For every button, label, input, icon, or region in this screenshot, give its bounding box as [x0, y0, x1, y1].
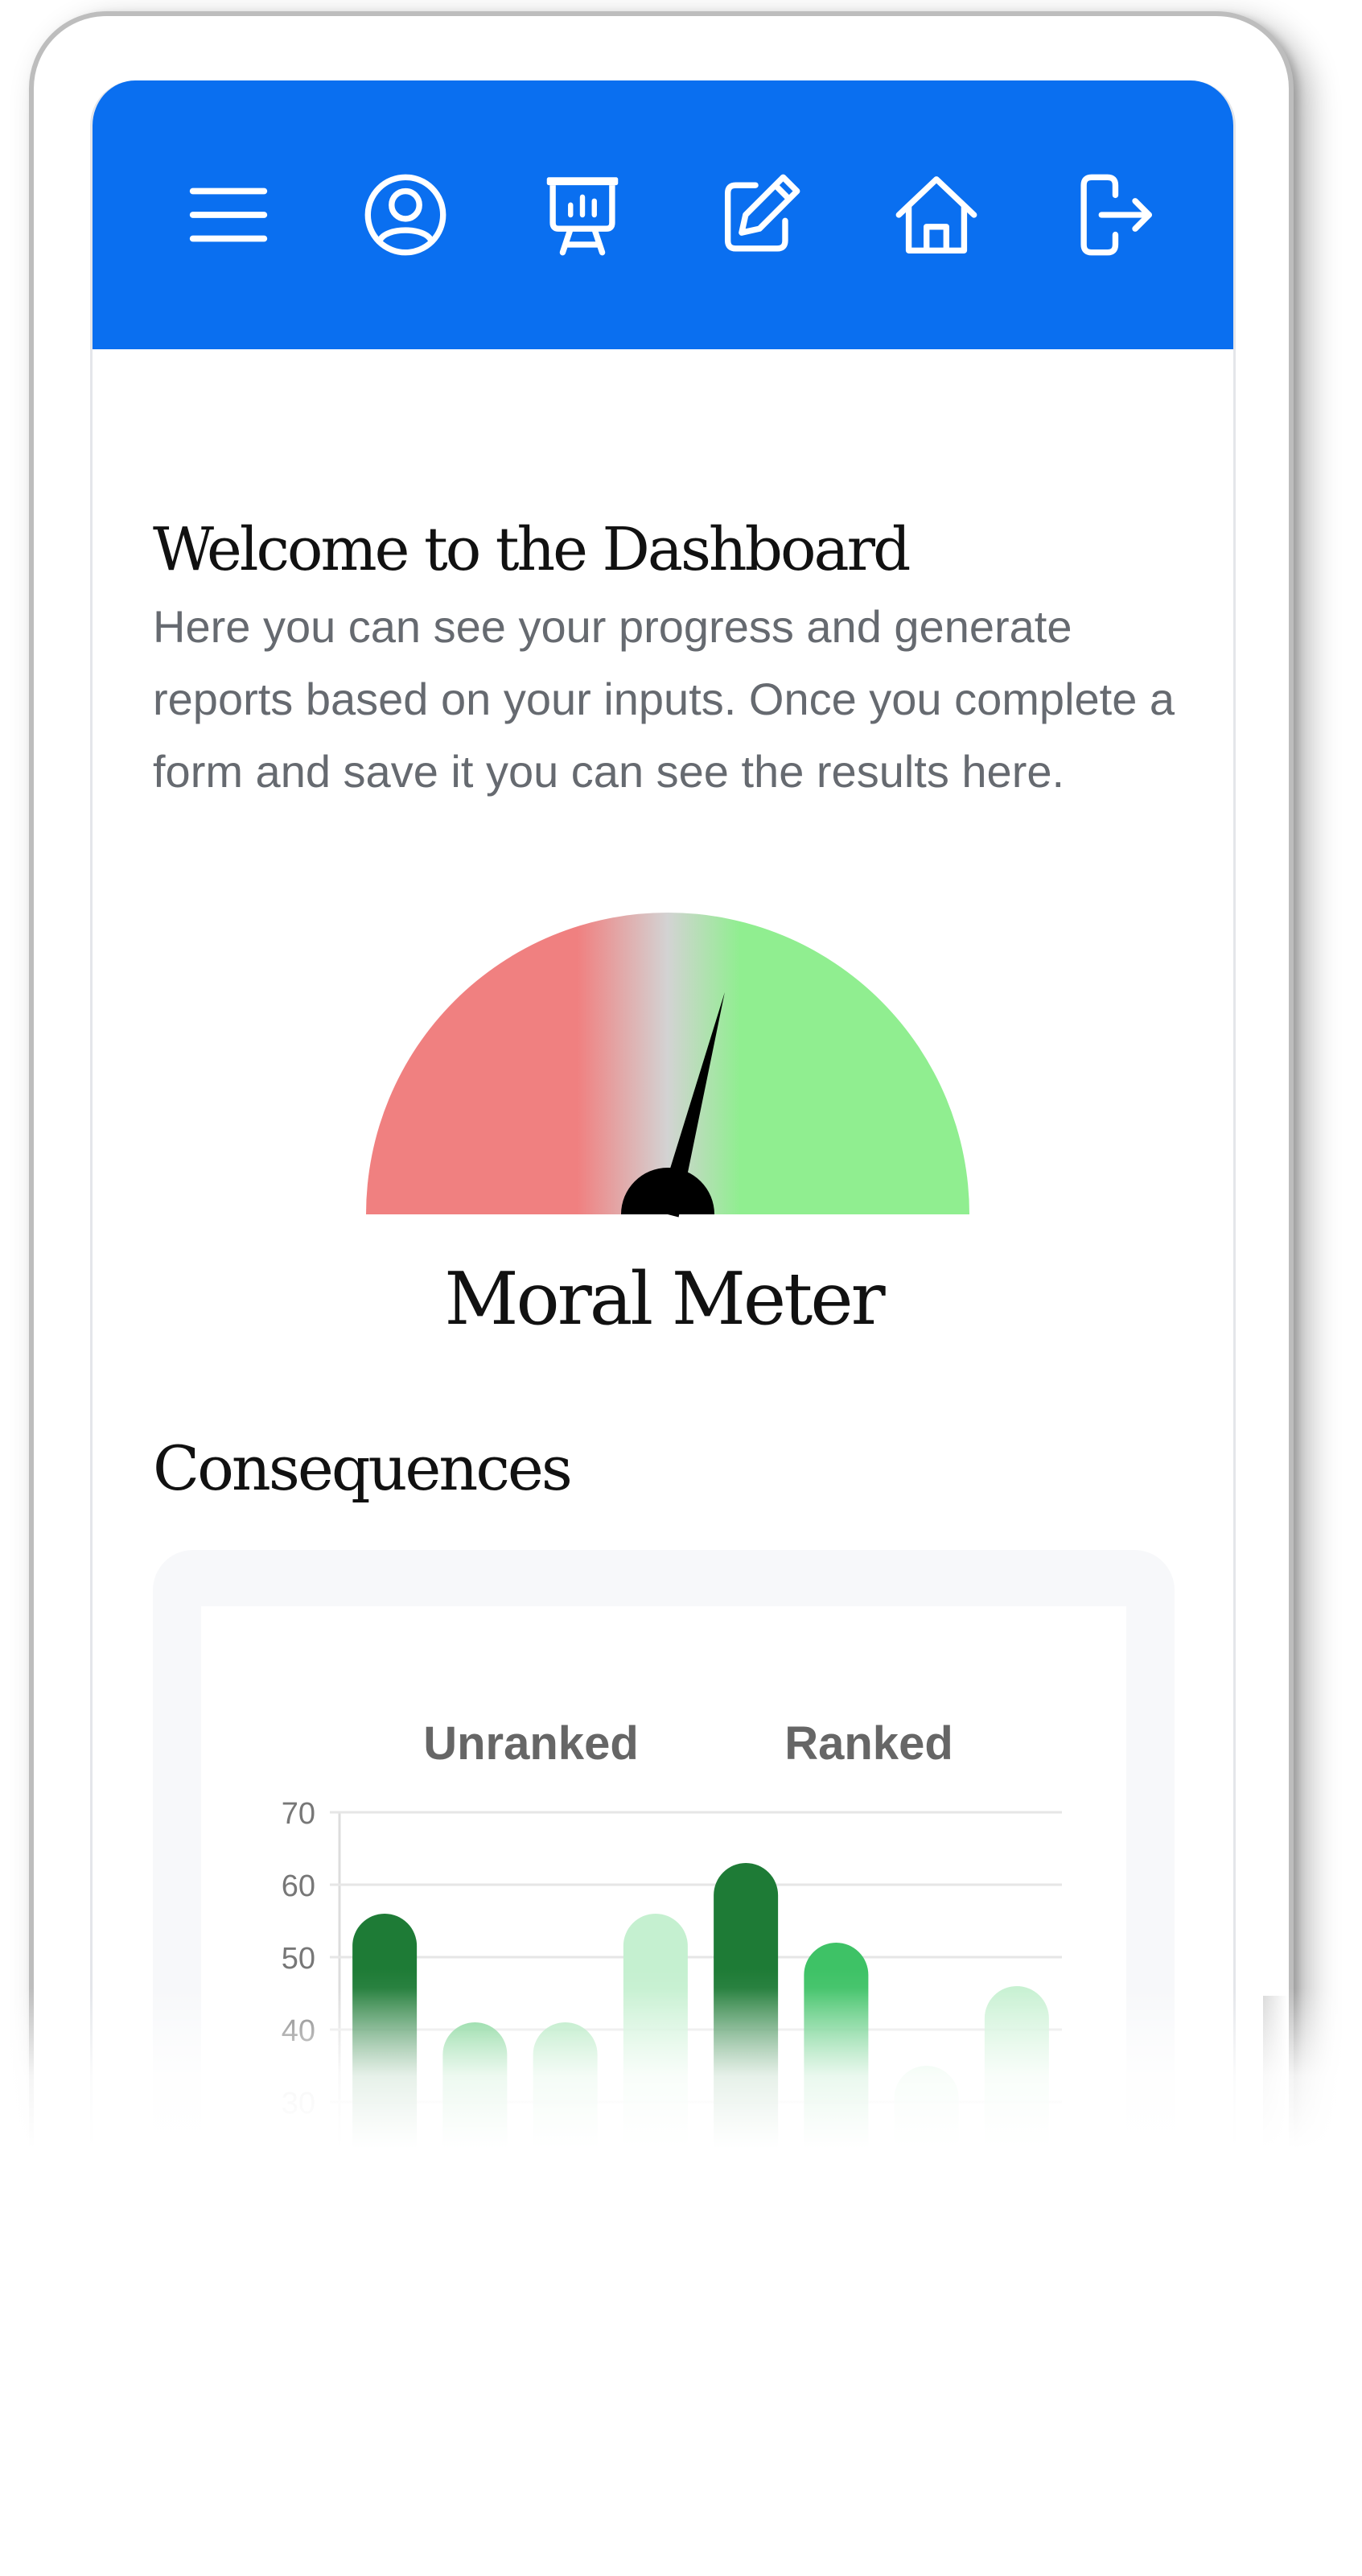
y-tick-label: 50 [282, 1942, 315, 1976]
y-tick-label: 60 [282, 1869, 315, 1903]
legend-label[interactable]: Unranked [423, 1717, 639, 1770]
presentation-chart-icon [546, 177, 619, 256]
page-description: Here you can see your progress and gener… [153, 601, 1175, 797]
logout-button[interactable] [1066, 167, 1161, 262]
consequences-title: Consequences [153, 1432, 573, 1504]
bottom-fade-overlay [0, 1988, 1362, 2576]
moral-meter-label: Moral Meter [444, 1257, 885, 1342]
menu-icon [189, 188, 268, 242]
moral-meter-gauge [366, 913, 969, 1218]
logout-icon [1080, 174, 1152, 256]
profile-button[interactable] [358, 167, 453, 262]
page-title: Welcome to the Dashboard [153, 515, 911, 584]
legend-label[interactable]: Ranked [784, 1717, 953, 1770]
reports-button[interactable] [535, 167, 630, 262]
home-icon [895, 176, 977, 253]
y-tick-label: 70 [282, 1797, 315, 1831]
top-navbar [93, 80, 1233, 349]
menu-button[interactable] [181, 167, 276, 262]
edit-button[interactable] [712, 167, 807, 262]
profile-icon [364, 174, 446, 256]
edit-icon [724, 174, 800, 252]
home-button[interactable] [889, 167, 984, 262]
